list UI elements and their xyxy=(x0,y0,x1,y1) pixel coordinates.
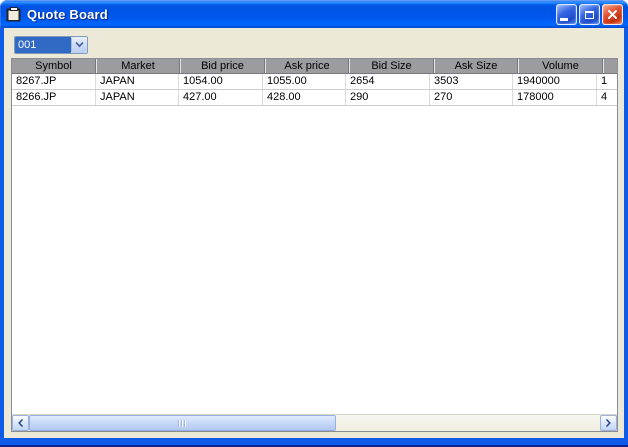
table-rows: 8267.JPJAPAN1054.001055.0026543503194000… xyxy=(12,74,617,106)
table-cell: 178000 xyxy=(513,90,597,105)
table-header-row: SymbolMarketBid priceAsk priceBid SizeAs… xyxy=(12,59,617,74)
window-title: Quote Board xyxy=(27,7,108,22)
header-cell-volume[interactable]: Volume xyxy=(519,59,603,73)
header-cell-bid-price[interactable]: Bid price xyxy=(181,59,265,73)
table-cell: 4 xyxy=(597,90,614,105)
table-cell: 1054.00 xyxy=(179,74,263,89)
client-area: 001 SymbolMarketBid priceAsk priceBid Si… xyxy=(4,28,624,438)
close-button[interactable] xyxy=(602,4,623,25)
application-window: Quote Board 001 xyxy=(0,0,628,447)
table-cell: 290 xyxy=(346,90,430,105)
title-bar[interactable]: Quote Board xyxy=(0,0,628,28)
grip-lines-icon xyxy=(178,420,187,427)
table-cell: 270 xyxy=(430,90,513,105)
table-cell: 8266.JP xyxy=(12,90,96,105)
grid-empty-area xyxy=(12,106,617,414)
close-icon xyxy=(607,9,618,20)
header-cell-ask-size[interactable]: Ask Size xyxy=(435,59,518,73)
table-cell: 1055.00 xyxy=(263,74,346,89)
minimize-button[interactable] xyxy=(556,4,577,25)
table-cell: 1940000 xyxy=(513,74,597,89)
scroll-right-button[interactable] xyxy=(600,415,617,431)
table-cell: 428.00 xyxy=(263,90,346,105)
maximize-icon xyxy=(585,11,594,19)
table-row[interactable]: 8266.JPJAPAN427.00428.002902701780004 xyxy=(12,90,617,106)
table-cell: 427.00 xyxy=(179,90,263,105)
chevron-left-icon xyxy=(18,419,23,427)
table-cell: 3503 xyxy=(430,74,513,89)
minimize-icon xyxy=(560,18,568,21)
combobox-dropdown-button[interactable] xyxy=(71,37,87,53)
combobox-selected-value[interactable]: 001 xyxy=(15,37,71,53)
scrollbar-track[interactable] xyxy=(29,415,600,431)
window-controls xyxy=(554,4,623,25)
scroll-left-button[interactable] xyxy=(12,415,29,431)
maximize-button[interactable] xyxy=(579,4,600,25)
header-cell-market[interactable]: Market xyxy=(97,59,180,73)
table-cell: 2654 xyxy=(346,74,430,89)
clipboard-icon xyxy=(6,7,22,22)
table-cell: 8267.JP xyxy=(12,74,96,89)
horizontal-scrollbar[interactable] xyxy=(12,414,617,431)
table-cell: JAPAN xyxy=(96,90,179,105)
header-cell-symbol[interactable]: Symbol xyxy=(12,59,96,73)
table-cell: 1 xyxy=(597,74,614,89)
scrollbar-thumb[interactable] xyxy=(29,415,336,431)
header-cell-bid-size[interactable]: Bid Size xyxy=(350,59,434,73)
table-row[interactable]: 8267.JPJAPAN1054.001055.0026543503194000… xyxy=(12,74,617,90)
chevron-right-icon xyxy=(606,419,611,427)
chevron-down-icon xyxy=(75,42,84,48)
table-cell: JAPAN xyxy=(96,74,179,89)
header-cell-clipped[interactable] xyxy=(604,59,618,73)
quote-grid: SymbolMarketBid priceAsk priceBid SizeAs… xyxy=(11,58,618,432)
symbol-set-combobox[interactable]: 001 xyxy=(14,36,88,54)
header-cell-ask-price[interactable]: Ask price xyxy=(266,59,349,73)
